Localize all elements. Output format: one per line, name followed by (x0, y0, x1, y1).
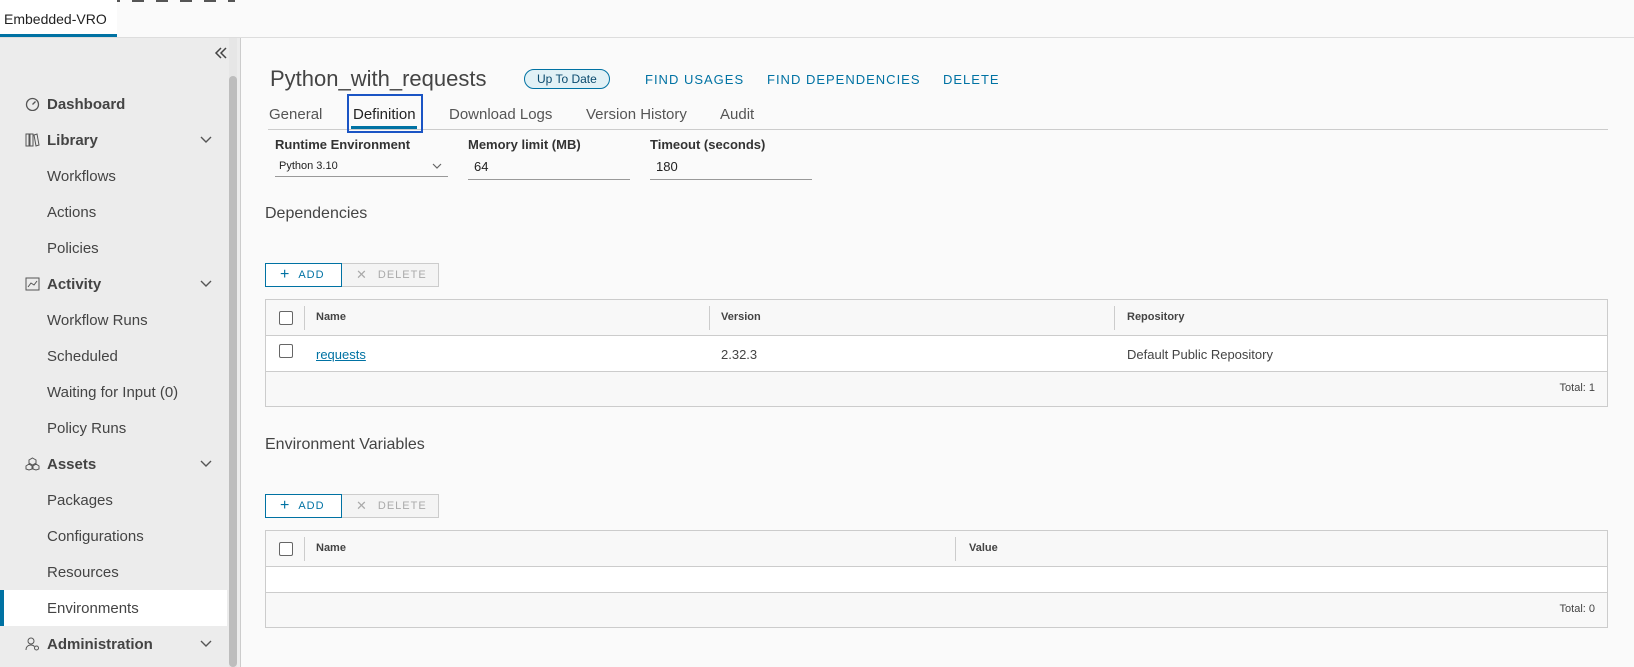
sidebar-item-assets[interactable]: Assets (0, 446, 227, 482)
memory-limit-label: Memory limit (MB) (468, 137, 581, 152)
total-count: Total: 0 (1559, 603, 1595, 615)
dependencies-table: Name Version Repository requests 2.32.3 … (265, 299, 1608, 407)
sidebar-item-actions[interactable]: Actions (0, 194, 227, 230)
chevron-down-icon[interactable] (199, 132, 213, 146)
find-usages-button[interactable]: FIND USAGES (645, 72, 744, 87)
column-divider (1114, 306, 1115, 330)
sidebar-item-resources[interactable]: Resources (0, 554, 227, 590)
select-all-checkbox[interactable] (279, 311, 293, 325)
sidebar-scrollbar-thumb[interactable] (229, 76, 237, 667)
table-footer: Total: 0 (266, 593, 1607, 627)
close-icon: ✕ (356, 267, 368, 282)
sidebar-item-policy-runs[interactable]: Policy Runs (0, 410, 227, 446)
add-dependency-button[interactable]: + ADD (265, 263, 342, 287)
tab-version-history[interactable]: Version History (586, 106, 687, 123)
sidebar-item-scheduled[interactable]: Scheduled (0, 338, 227, 374)
sidebar-item-packages[interactable]: Packages (0, 482, 227, 518)
sidebar-item-label: Library (47, 131, 98, 149)
sidebar-item-policies[interactable]: Policies (0, 230, 227, 266)
sidebar-item-label: Administration (47, 635, 153, 653)
timeout-input[interactable]: 180 (650, 156, 812, 180)
delete-dependency-button[interactable]: ✕ DELETE (342, 263, 439, 287)
dependency-version: 2.32.3 (721, 347, 758, 362)
gauge-icon (25, 97, 40, 112)
plus-icon: + (280, 497, 291, 514)
table-footer: Total: 1 (266, 372, 1607, 406)
chevron-down-icon[interactable] (199, 276, 213, 290)
add-label: ADD (298, 269, 325, 281)
sidebar-item-workflows[interactable]: Workflows (0, 158, 227, 194)
column-divider (304, 306, 305, 330)
page-title: Python_with_requests (270, 66, 487, 91)
dependency-repository: Default Public Repository (1127, 347, 1273, 362)
column-header-name[interactable]: Name (316, 311, 346, 323)
sidebar-item-label: Assets (47, 455, 97, 473)
sidebar-item-label: Dashboard (47, 95, 126, 113)
close-icon: ✕ (356, 498, 368, 513)
table-header: Name Version Repository (266, 300, 1607, 336)
focus-outline (347, 94, 423, 133)
chart-icon (25, 277, 40, 291)
table-row: requests 2.32.3 Default Public Repositor… (266, 336, 1607, 372)
memory-limit-input[interactable]: 64 (468, 156, 630, 180)
status-badge: Up To Date (524, 69, 610, 89)
chevron-down-icon[interactable] (199, 456, 213, 470)
empty-row (266, 567, 1607, 593)
environment-variables-table: Name Value Total: 0 (265, 530, 1608, 628)
user-gear-icon (25, 637, 40, 651)
row-checkbox[interactable] (279, 344, 293, 358)
column-divider (304, 537, 305, 561)
select-all-checkbox[interactable] (279, 542, 293, 556)
add-env-var-button[interactable]: + ADD (265, 494, 342, 518)
sidebar-item-library[interactable]: Library (0, 122, 227, 158)
table-header: Name Value (266, 531, 1607, 567)
sidebar-item-activity[interactable]: Activity (0, 266, 227, 302)
total-count: Total: 1 (1559, 382, 1595, 394)
books-icon (25, 133, 40, 147)
sidebar-item-environments[interactable]: Environments (0, 590, 227, 626)
find-dependencies-button[interactable]: FIND DEPENDENCIES (767, 72, 921, 87)
dependencies-button-group: + ADD ✕ DELETE (265, 263, 439, 287)
top-tab-strip: Embedded-VRO (0, 0, 1634, 38)
sidebar-nav: Dashboard Library Workflows Actions Poli… (0, 86, 227, 662)
sidebar-item-configurations[interactable]: Configurations (0, 518, 227, 554)
column-header-version[interactable]: Version (721, 311, 761, 323)
dependency-name-link[interactable]: requests (316, 347, 366, 362)
column-header-name[interactable]: Name (316, 542, 346, 554)
tab-bar: General Definition Download Logs Version… (268, 100, 1608, 130)
runtime-environment-label: Runtime Environment (275, 137, 411, 152)
column-header-repository[interactable]: Repository (1127, 311, 1184, 323)
window-tab[interactable]: Embedded-VRO (0, 0, 117, 37)
tab-download-logs[interactable]: Download Logs (449, 106, 552, 123)
column-header-value[interactable]: Value (969, 542, 998, 554)
environment-variables-heading: Environment Variables (265, 436, 425, 453)
timeout-label: Timeout (seconds) (650, 137, 766, 152)
chevron-down-icon[interactable] (199, 636, 213, 650)
tab-audit[interactable]: Audit (720, 106, 754, 123)
sidebar-item-dashboard[interactable]: Dashboard (0, 86, 227, 122)
column-divider (955, 537, 956, 561)
runtime-environment-select[interactable]: Python 3.10 (275, 157, 448, 177)
sidebar-item-workflow-runs[interactable]: Workflow Runs (0, 302, 227, 338)
delete-label: DELETE (377, 500, 427, 512)
boxes-icon (25, 457, 40, 471)
collapse-sidebar-icon[interactable] (214, 44, 228, 65)
sidebar: Dashboard Library Workflows Actions Poli… (0, 38, 241, 667)
chevron-down-icon (432, 161, 442, 171)
delete-env-var-button[interactable]: ✕ DELETE (342, 494, 439, 518)
runtime-environment-value: Python 3.10 (279, 160, 338, 172)
sidebar-item-waiting-for-input[interactable]: Waiting for Input (0) (0, 374, 227, 410)
delete-button[interactable]: DELETE (943, 72, 1000, 87)
column-divider (709, 306, 710, 330)
sidebar-item-label: Activity (47, 275, 102, 293)
add-label: ADD (298, 500, 325, 512)
dependencies-heading: Dependencies (265, 205, 368, 222)
env-vars-button-group: + ADD ✕ DELETE (265, 494, 439, 518)
delete-label: DELETE (377, 269, 427, 281)
tab-general[interactable]: General (269, 106, 322, 123)
plus-icon: + (280, 266, 291, 283)
sidebar-item-administration[interactable]: Administration (0, 626, 227, 662)
